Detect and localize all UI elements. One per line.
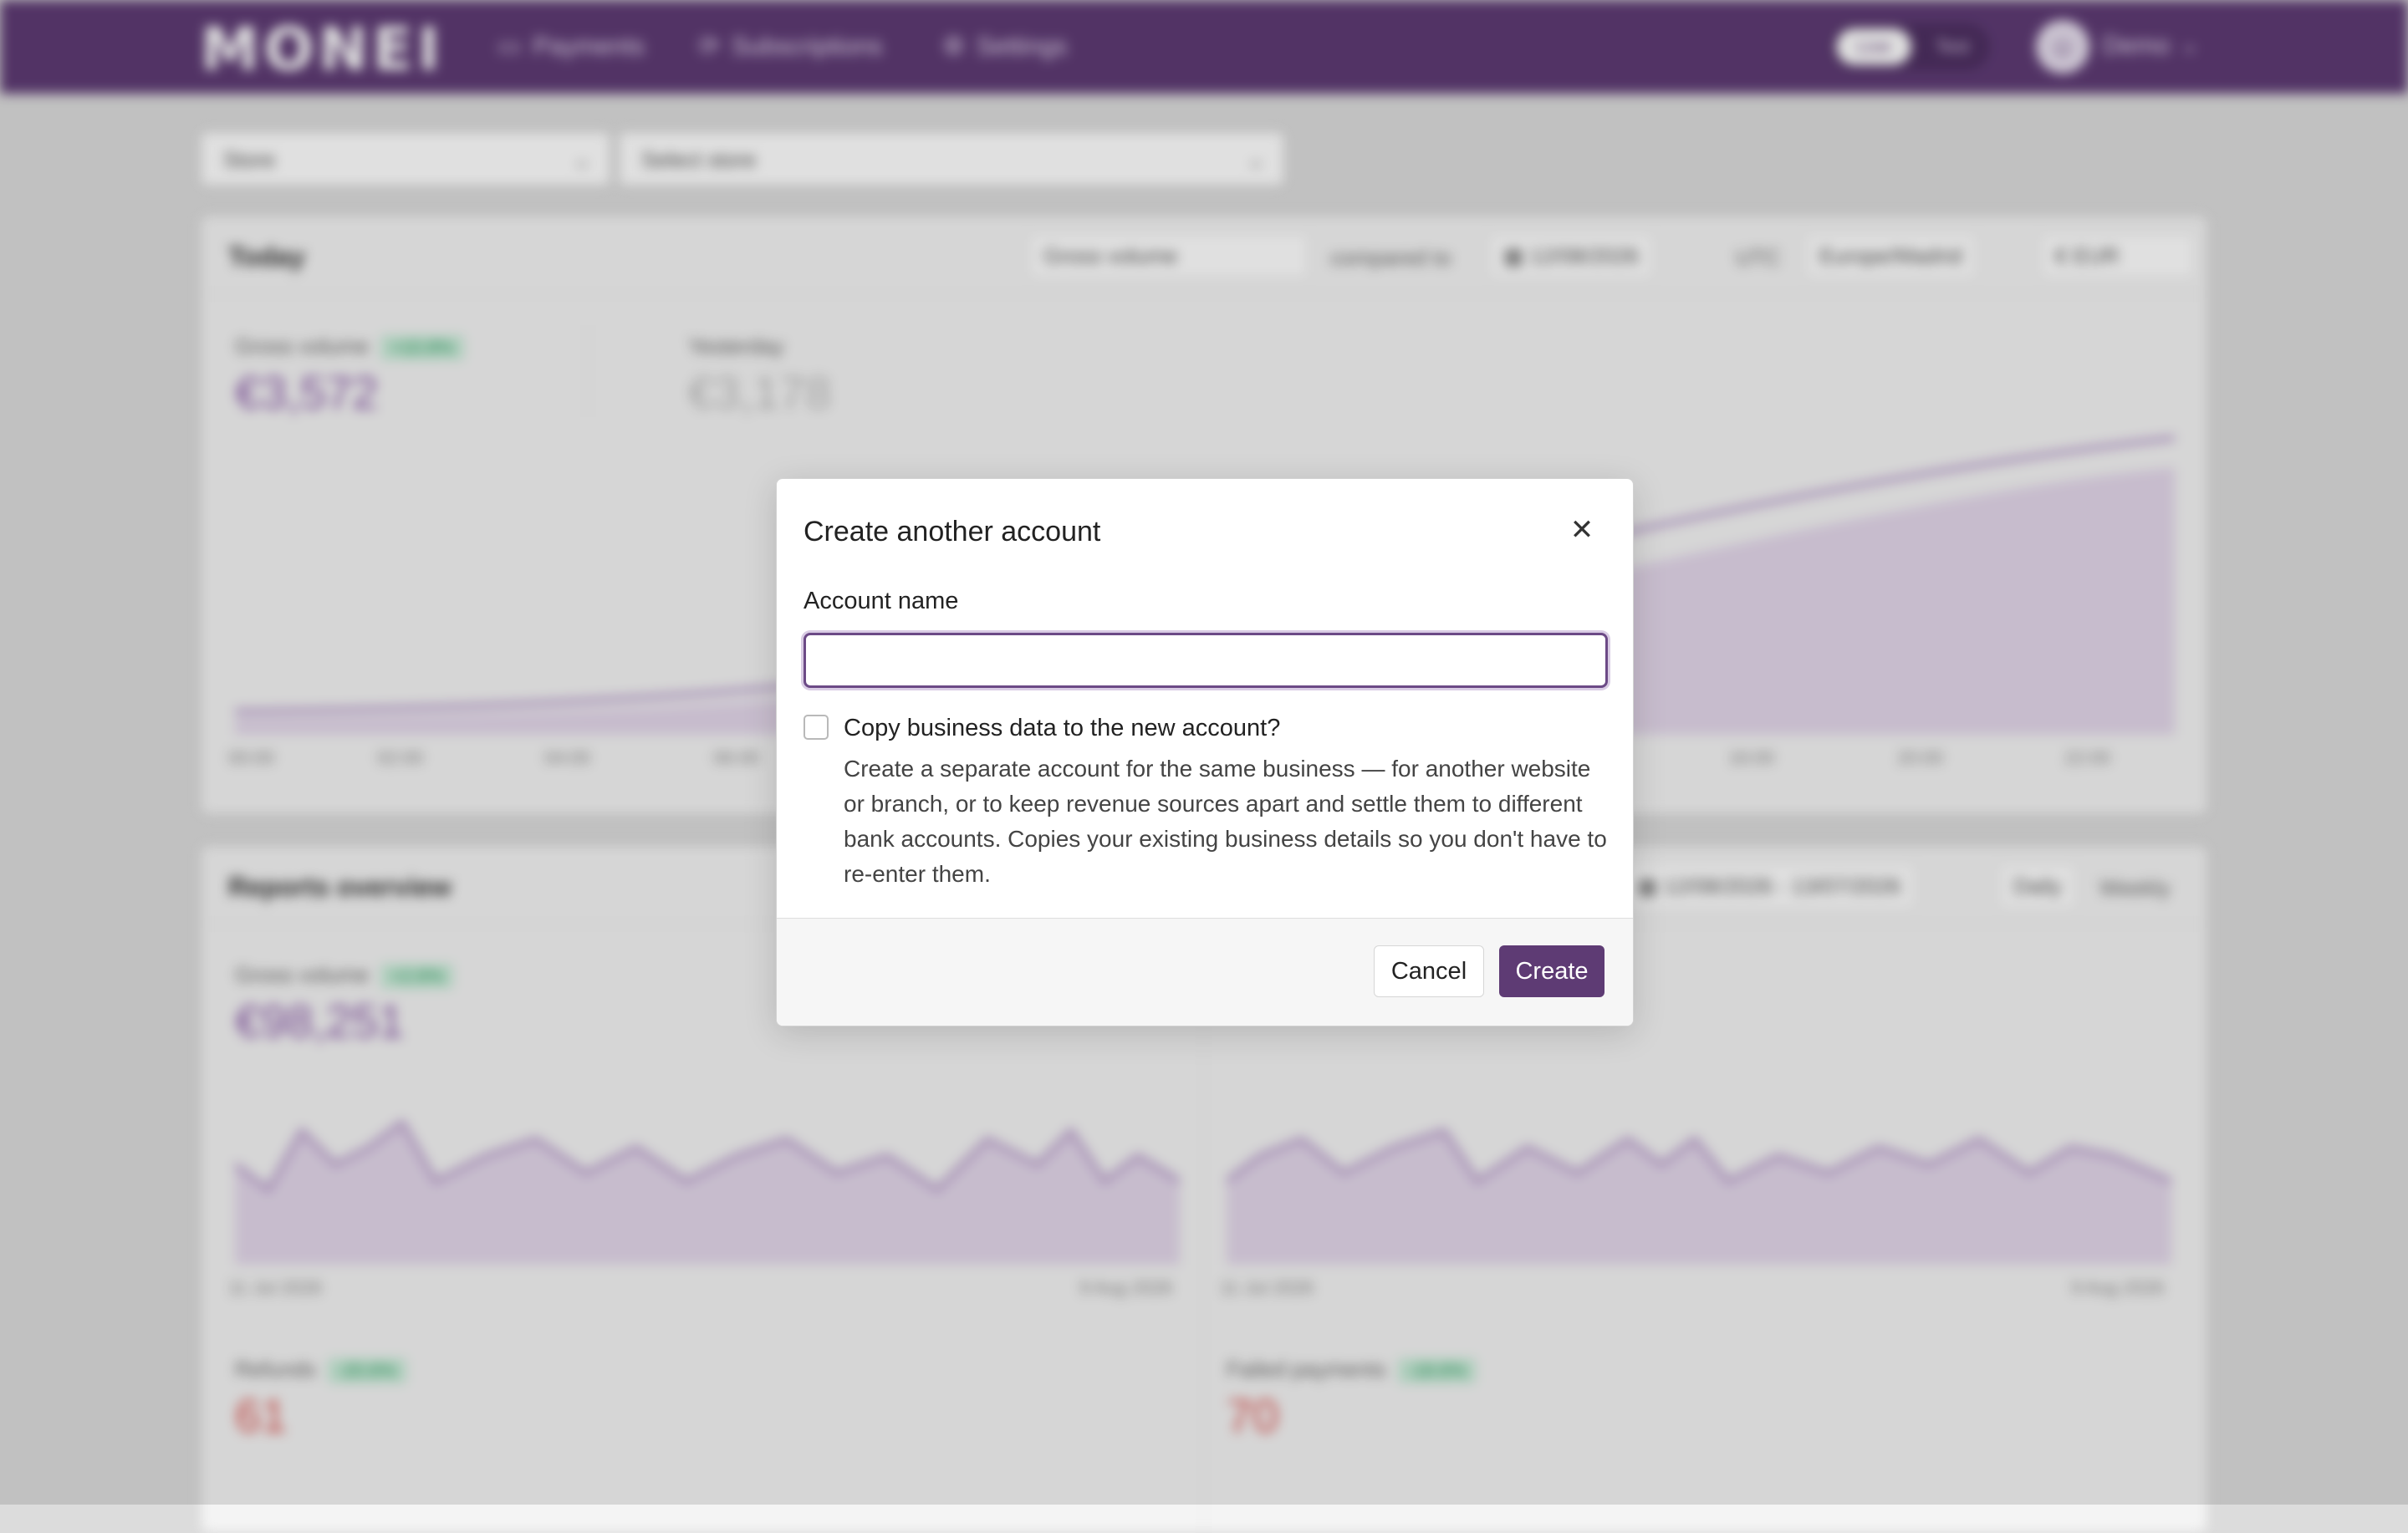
copy-business-data-checkbox[interactable] [804, 715, 829, 740]
create-account-modal: Create another account ✕ Account name Co… [776, 478, 1634, 1026]
close-icon: ✕ [1569, 514, 1594, 546]
cancel-button[interactable]: Cancel [1374, 945, 1484, 997]
copy-business-data-description: Create a separate account for the same b… [844, 756, 1607, 887]
account-name-input[interactable] [804, 633, 1608, 688]
copy-business-data-label[interactable]: Copy business data to the new account? [844, 715, 1280, 742]
create-button[interactable]: Create [1499, 945, 1604, 997]
modal-footer: Cancel Create [777, 918, 1633, 1026]
close-button[interactable]: ✕ [1564, 512, 1599, 548]
account-name-label: Account name [804, 588, 959, 614]
modal-title: Create another account [804, 516, 1101, 548]
